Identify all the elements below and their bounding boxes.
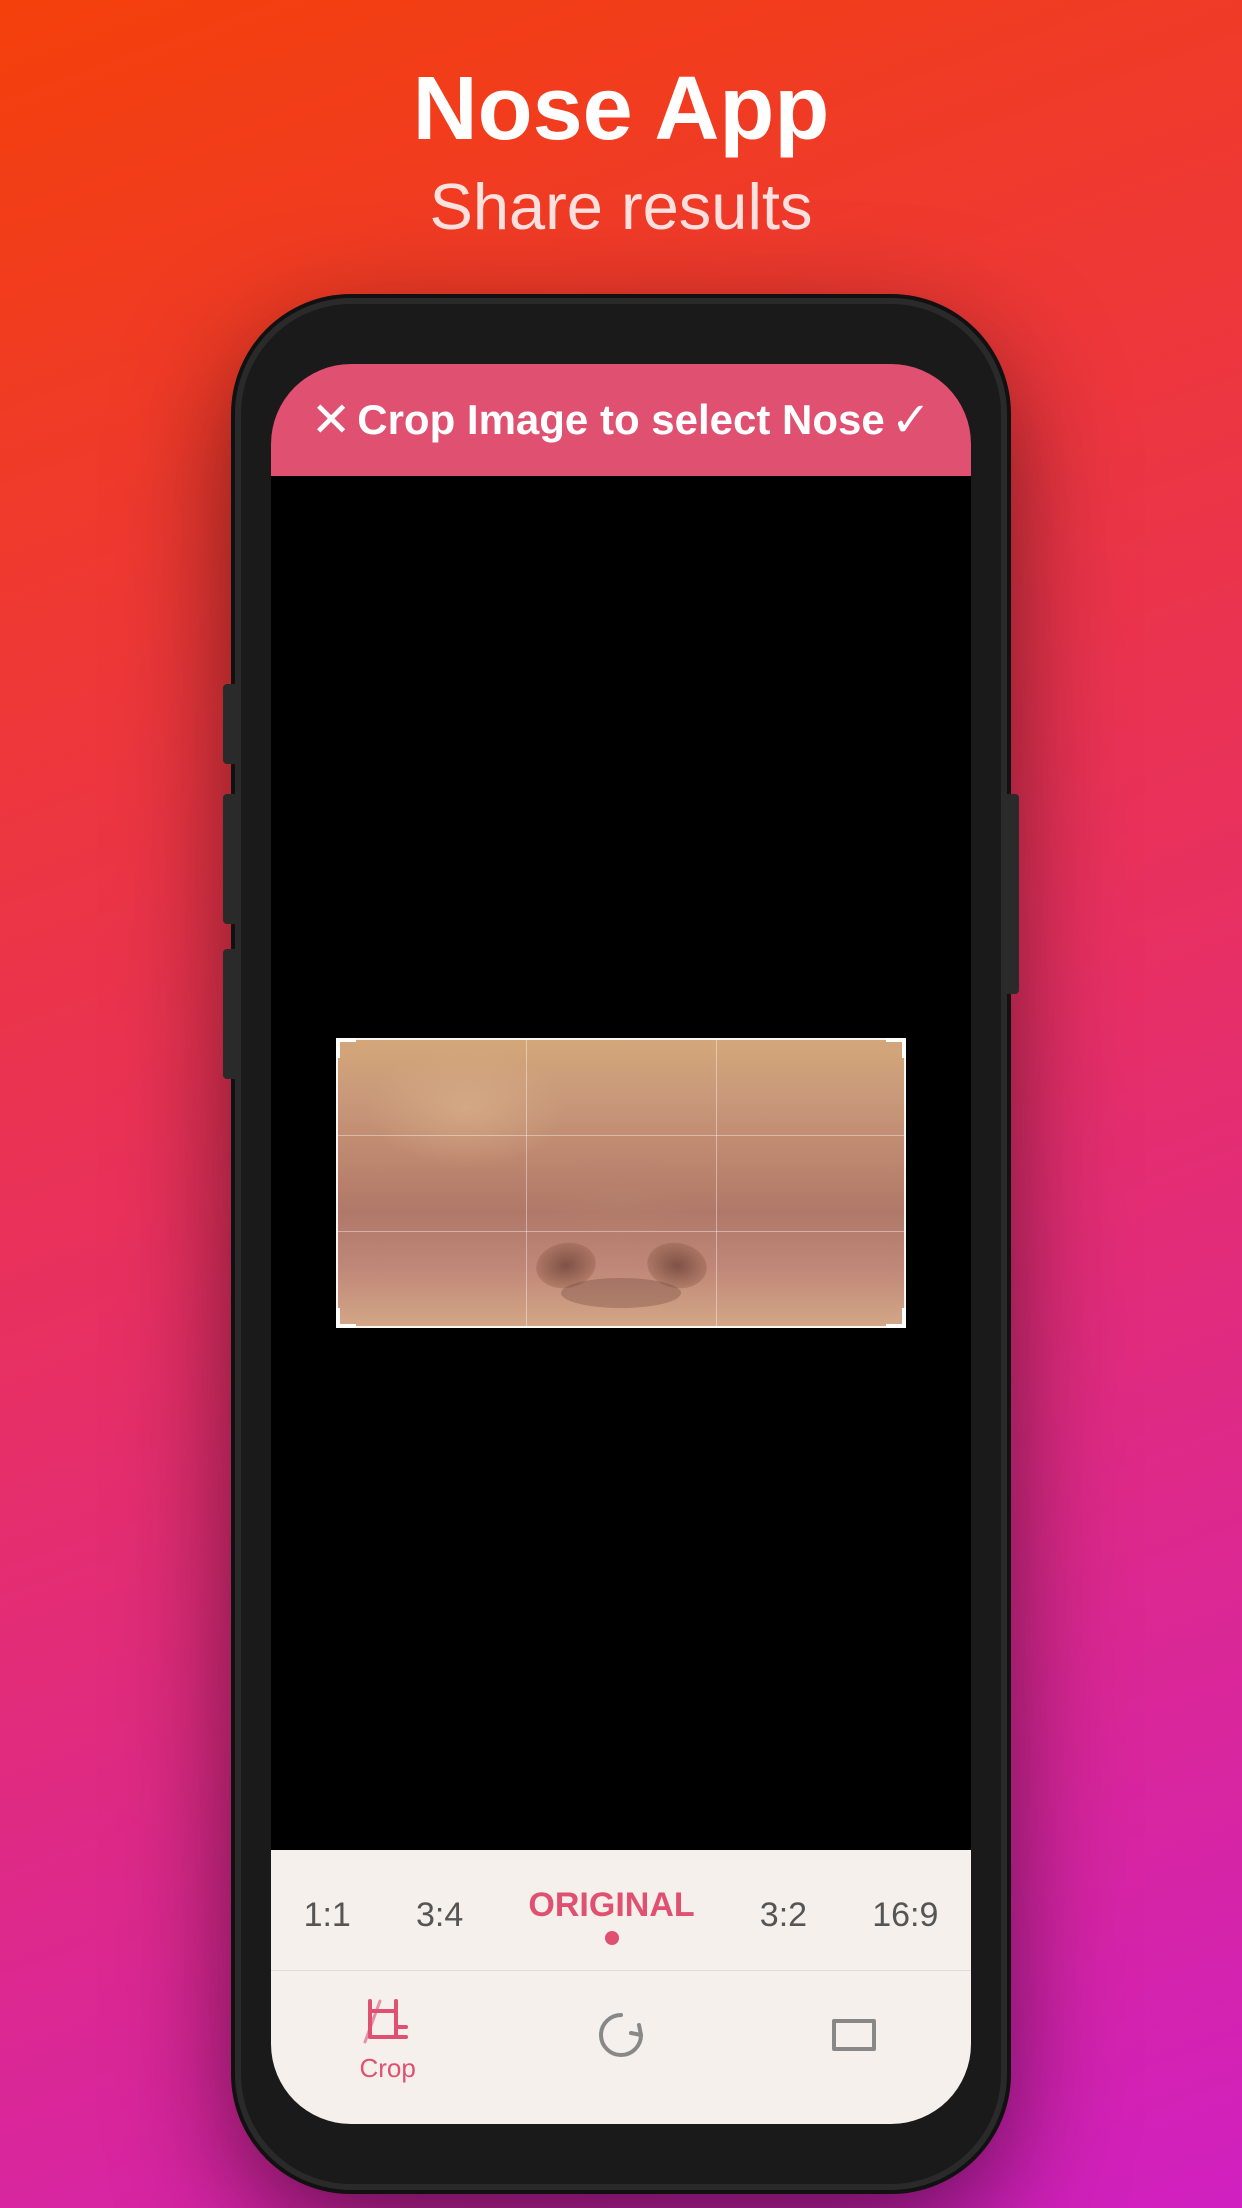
crop-image-container[interactable] (336, 1038, 906, 1328)
volume-down-button (223, 949, 241, 1079)
app-title: Nose App (413, 60, 830, 159)
ratio-3-2[interactable]: 3:2 (740, 1896, 827, 1935)
header-section: Nose App Share results (413, 0, 830, 284)
aspect-tool[interactable] (738, 2007, 971, 2069)
crop-tool[interactable]: Crop (271, 1991, 504, 2084)
crop-icon (360, 1991, 416, 2047)
volume-up-button (223, 794, 241, 924)
bottom-toolbar: Crop (271, 1970, 971, 2124)
ratio-active-dot (605, 1931, 619, 1945)
ratio-16-9[interactable]: 16:9 (852, 1896, 958, 1935)
rotate-icon (593, 2007, 649, 2063)
ratio-1-1[interactable]: 1:1 (284, 1896, 371, 1935)
image-area (271, 476, 971, 1850)
phone-wrapper: ✕ Crop Image to select Nose ✓ (241, 304, 1001, 2184)
ratio-3-4[interactable]: 3:4 (396, 1896, 483, 1935)
nose-image (336, 1038, 906, 1328)
crop-corner-tr (886, 1038, 906, 1058)
power-button (1001, 794, 1019, 994)
ratio-original[interactable]: ORIGINAL (508, 1886, 714, 1945)
ratio-bar: 1:1 3:4 ORIGINAL 3:2 16:9 (271, 1850, 971, 1970)
crop-corner-bl (336, 1308, 356, 1328)
crop-header: ✕ Crop Image to select Nose ✓ (271, 364, 971, 476)
crop-header-title: Crop Image to select Nose (351, 396, 891, 444)
close-button[interactable]: ✕ (311, 392, 351, 448)
crop-corner-tl (336, 1038, 356, 1058)
crop-label: Crop (359, 2053, 415, 2084)
confirm-button[interactable]: ✓ (891, 392, 931, 448)
rotate-tool[interactable] (504, 2007, 737, 2069)
phone-screen: ✕ Crop Image to select Nose ✓ (271, 364, 971, 2124)
aspect-icon (826, 2007, 882, 2063)
app-subtitle: Share results (413, 169, 830, 244)
volume-mute-button (223, 684, 241, 764)
crop-corner-br (886, 1308, 906, 1328)
